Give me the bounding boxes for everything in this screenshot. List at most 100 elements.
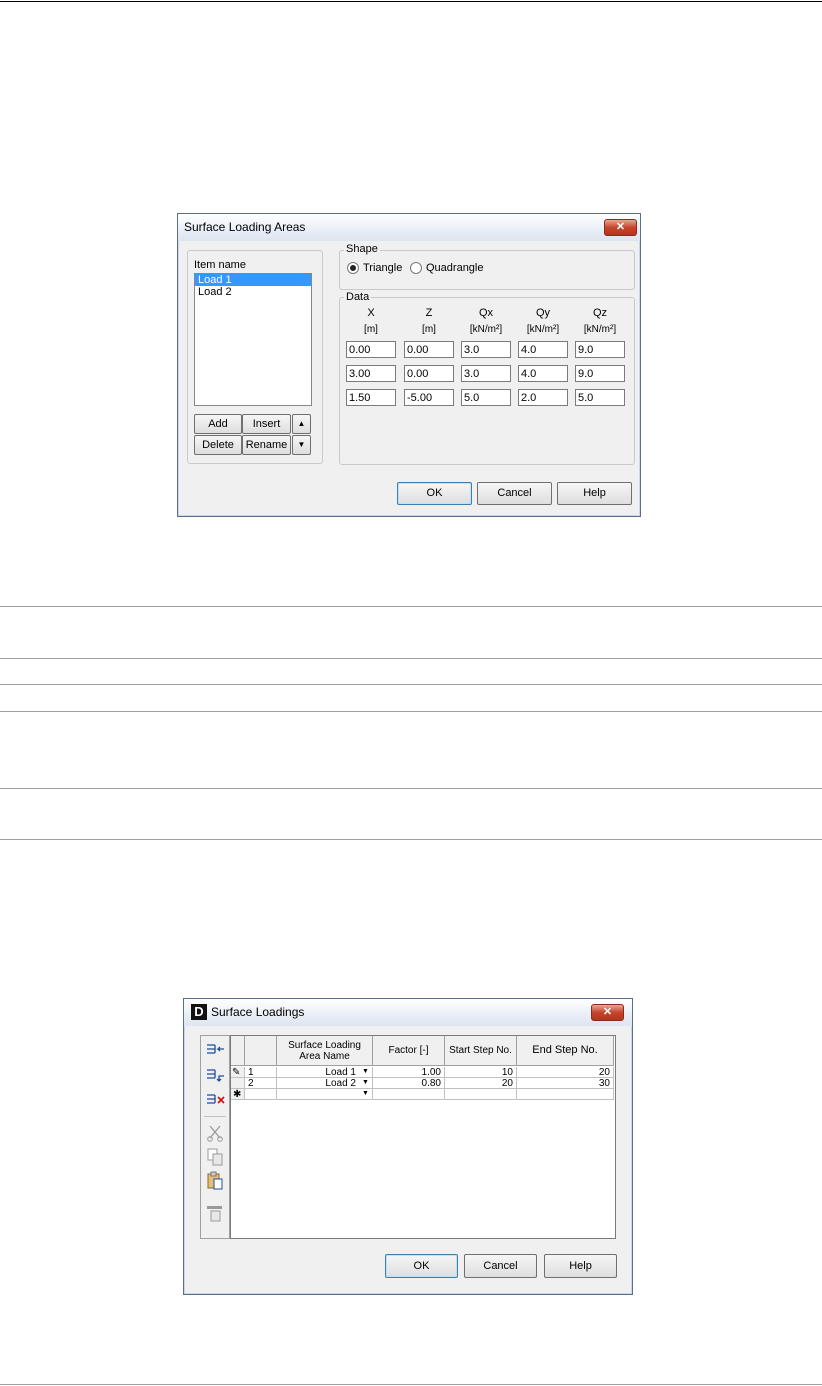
table-row[interactable]: 1 — [245, 1067, 277, 1078]
cancel-button[interactable]: Cancel — [477, 482, 552, 505]
column-unit-x: [m] — [364, 324, 378, 335]
move-up-button[interactable]: ▲ — [292, 414, 311, 434]
help-button[interactable]: Help — [544, 1254, 617, 1278]
page-rule — [0, 606, 822, 607]
z-field[interactable]: 0.00 — [404, 341, 454, 358]
paste-icon[interactable] — [204, 1170, 226, 1192]
table-cell[interactable]: Load 1 — [277, 1067, 373, 1078]
close-button[interactable]: ✕ — [604, 219, 637, 236]
cancel-button[interactable]: Cancel — [464, 1254, 537, 1278]
quadrangle-radio[interactable] — [410, 262, 422, 274]
column-unit-qy: [kN/m²] — [526, 324, 560, 335]
table-cell[interactable]: 30 — [517, 1078, 614, 1089]
column-header[interactable]: Factor [-] — [373, 1036, 445, 1066]
page-rule-bottom — [0, 1384, 822, 1385]
qz-field[interactable]: 9.0 — [575, 365, 625, 382]
column-header-qz: Qz — [592, 307, 608, 319]
shape-group-label: Shape — [344, 243, 380, 255]
qx-field[interactable]: 5.0 — [461, 389, 511, 406]
delete-row-icon[interactable] — [204, 1090, 226, 1112]
triangle-radio[interactable] — [347, 262, 359, 274]
move-down-button[interactable]: ▼ — [292, 435, 311, 455]
insert-row-after-icon[interactable] — [204, 1065, 226, 1087]
row-indicator-header — [231, 1036, 245, 1066]
column-header-qx: Qx — [478, 307, 494, 319]
quadrangle-label[interactable]: Quadrangle — [426, 262, 484, 274]
dropdown-arrow-icon[interactable]: ▼ — [362, 1090, 369, 1097]
table-cell[interactable]: 20 — [445, 1078, 517, 1089]
column-header-x: X — [367, 307, 375, 319]
new-row[interactable] — [245, 1089, 277, 1100]
edit-row-indicator: ✎ — [231, 1067, 245, 1078]
page-rule — [0, 658, 822, 659]
help-button[interactable]: Help — [557, 482, 632, 505]
title-bar: D Surface Loadings ✕ — [184, 999, 632, 1026]
app-icon: D — [191, 1004, 207, 1020]
x-field[interactable]: 1.50 — [346, 389, 396, 406]
column-unit-z: [m] — [422, 324, 436, 335]
cut-icon[interactable] — [204, 1122, 226, 1144]
qz-field[interactable]: 5.0 — [575, 389, 625, 406]
qy-field[interactable]: 4.0 — [518, 365, 568, 382]
dropdown-arrow-icon[interactable]: ▼ — [362, 1068, 369, 1075]
qx-field[interactable]: 3.0 — [461, 365, 511, 382]
ok-button[interactable]: OK — [385, 1254, 458, 1278]
table-cell[interactable]: 0.80 — [373, 1078, 445, 1089]
triangle-label[interactable]: Triangle — [363, 262, 402, 274]
column-header-qy: Qy — [535, 307, 551, 319]
table-cell[interactable]: Load 2 — [277, 1078, 373, 1089]
surface-loadings-dialog: D Surface Loadings ✕ Surface Loading Are… — [183, 998, 633, 1295]
table-cell[interactable]: 20 — [517, 1067, 614, 1078]
delete-button[interactable]: Delete — [194, 435, 242, 455]
column-unit-qx: [kN/m²] — [469, 324, 503, 335]
column-unit-qz: [kN/m²] — [583, 324, 617, 335]
rename-button[interactable]: Rename — [242, 435, 291, 455]
table-row[interactable]: 2 — [245, 1078, 277, 1089]
surface-loadings-table[interactable]: Surface Loading Area Name Factor [-] Sta… — [230, 1035, 616, 1239]
x-field[interactable]: 0.00 — [346, 341, 396, 358]
row-indicator — [231, 1078, 245, 1089]
column-header[interactable]: Surface Loading Area Name — [277, 1036, 373, 1066]
add-button[interactable]: Add — [194, 414, 242, 434]
paste-special-icon[interactable] — [204, 1202, 226, 1224]
page-rule — [0, 839, 822, 840]
page-rule — [0, 684, 822, 685]
table-cell[interactable] — [277, 1089, 373, 1100]
table-cell[interactable] — [445, 1089, 517, 1100]
dropdown-arrow-icon[interactable]: ▼ — [362, 1079, 369, 1086]
insert-button[interactable]: Insert — [242, 414, 291, 434]
qz-field[interactable]: 9.0 — [575, 341, 625, 358]
close-button[interactable]: ✕ — [591, 1004, 624, 1021]
dialog-title: Surface Loading Areas — [184, 220, 306, 234]
page-rule — [0, 788, 822, 789]
x-field[interactable]: 3.00 — [346, 365, 396, 382]
column-header-z: Z — [425, 307, 433, 319]
toolbar-separator — [204, 1116, 226, 1117]
column-header[interactable]: Start Step No. — [445, 1036, 517, 1066]
qy-field[interactable]: 2.0 — [518, 389, 568, 406]
ok-button[interactable]: OK — [397, 482, 472, 505]
table-cell[interactable] — [517, 1089, 614, 1100]
z-field[interactable]: 0.00 — [404, 365, 454, 382]
qy-field[interactable]: 4.0 — [518, 341, 568, 358]
list-item[interactable]: Load 2 — [195, 286, 311, 298]
title-bar: Surface Loading Areas ✕ — [178, 214, 640, 241]
grid-toolbar — [200, 1035, 230, 1239]
item-list[interactable]: Load 1 Load 2 — [194, 273, 312, 406]
row-number-header — [245, 1036, 277, 1066]
data-group-label: Data — [344, 291, 372, 303]
page-rule-top — [0, 1, 822, 2]
table-cell[interactable]: 1.00 — [373, 1067, 445, 1078]
dialog-title: Surface Loadings — [211, 1005, 305, 1019]
new-row-indicator: ✱ — [231, 1089, 245, 1100]
item-name-label: Item name — [194, 259, 246, 271]
z-field[interactable]: -5.00 — [404, 389, 454, 406]
qx-field[interactable]: 3.0 — [461, 341, 511, 358]
column-header[interactable]: End Step No. — [517, 1036, 614, 1066]
insert-row-before-icon[interactable] — [204, 1040, 226, 1062]
copy-icon[interactable] — [204, 1146, 226, 1168]
table-cell[interactable] — [373, 1089, 445, 1100]
list-item[interactable]: Load 1 — [195, 274, 311, 286]
table-cell[interactable]: 10 — [445, 1067, 517, 1078]
page-rule — [0, 711, 822, 712]
